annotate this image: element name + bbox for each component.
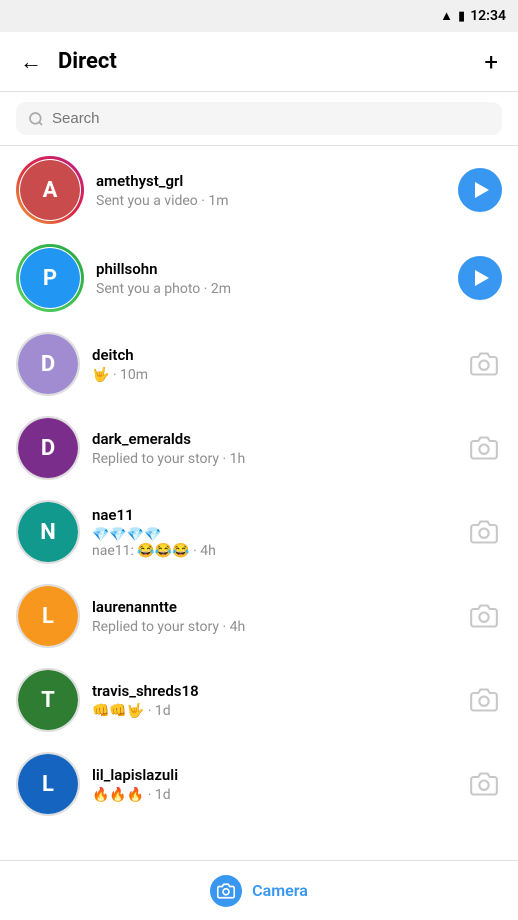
camera-action-button[interactable] <box>466 514 502 550</box>
list-item[interactable]: A amethyst_grl Sent you a video · 1m <box>0 146 518 234</box>
message-list: A amethyst_grl Sent you a video · 1m P <box>0 146 518 826</box>
avatar: L <box>16 752 80 816</box>
message-content: lil_lapislazuli 🔥🔥🔥 · 1d <box>92 766 454 803</box>
message-username: deitch <box>92 346 454 364</box>
message-username: phillsohn <box>96 260 446 278</box>
message-content: amethyst_grl Sent you a video · 1m <box>96 172 446 209</box>
camera-icon <box>217 882 235 900</box>
play-icon <box>475 270 489 286</box>
play-button[interactable] <box>458 256 502 300</box>
camera-action-button[interactable] <box>466 682 502 718</box>
camera-outline-icon <box>470 686 498 714</box>
camera-button[interactable] <box>210 875 242 907</box>
avatar: P <box>16 244 84 312</box>
search-input[interactable] <box>52 110 490 127</box>
avatar: L <box>16 584 80 648</box>
list-item[interactable]: D deitch 🤟 · 10m <box>0 322 518 406</box>
message-preview: Sent you a video · 1m <box>96 193 446 209</box>
header: ← Direct + <box>0 32 518 92</box>
message-preview: 🤟 · 10m <box>92 367 454 383</box>
message-username: nae11 <box>92 506 454 524</box>
search-bar <box>16 102 502 135</box>
message-preview: 🔥🔥🔥 · 1d <box>92 787 454 803</box>
camera-outline-icon <box>470 350 498 378</box>
avatar: A <box>16 156 84 224</box>
status-bar: ▲ ▮ 12:34 <box>0 0 518 32</box>
message-preview: Replied to your story · 1h <box>92 451 454 467</box>
message-content: dark_emeralds Replied to your story · 1h <box>92 430 454 467</box>
page-title: Direct <box>58 49 480 74</box>
list-item[interactable]: D dark_emeralds Replied to your story · … <box>0 406 518 490</box>
play-button[interactable] <box>458 168 502 212</box>
message-preview: Replied to your story · 4h <box>92 619 454 635</box>
camera-outline-icon <box>470 602 498 630</box>
list-item[interactable]: N nae11 💎💎💎💎 nae11: 😂😂😂 · 4h <box>0 490 518 574</box>
battery-icon: ▮ <box>458 9 465 24</box>
list-item[interactable]: L laurenanntte Replied to your story · 4… <box>0 574 518 658</box>
message-preview: Sent you a photo · 2m <box>96 281 446 297</box>
message-username: amethyst_grl <box>96 172 446 190</box>
list-item[interactable]: P phillsohn Sent you a photo · 2m <box>0 234 518 322</box>
message-content: nae11 💎💎💎💎 nae11: 😂😂😂 · 4h <box>92 506 454 559</box>
camera-outline-icon <box>470 518 498 546</box>
list-item[interactable]: T travis_shreds18 👊👊🤟 · 1d <box>0 658 518 742</box>
avatar: D <box>16 332 80 396</box>
back-button[interactable]: ← <box>16 45 46 79</box>
signal-icon: ▲ <box>440 8 453 24</box>
message-preview-line2: nae11: 😂😂😂 · 4h <box>92 543 454 559</box>
avatar: D <box>16 416 80 480</box>
camera-action-button[interactable] <box>466 766 502 802</box>
message-content: laurenanntte Replied to your story · 4h <box>92 598 454 635</box>
message-preview: 👊👊🤟 · 1d <box>92 703 454 719</box>
message-username: dark_emeralds <box>92 430 454 448</box>
camera-action-button[interactable] <box>466 598 502 634</box>
message-username: lil_lapislazuli <box>92 766 454 784</box>
camera-outline-icon <box>470 770 498 798</box>
avatar: N <box>16 500 80 564</box>
message-preview-line1: 💎💎💎💎 <box>92 527 454 543</box>
message-content: phillsohn Sent you a photo · 2m <box>96 260 446 297</box>
message-username: travis_shreds18 <box>92 682 454 700</box>
play-icon <box>475 182 489 198</box>
message-content: travis_shreds18 👊👊🤟 · 1d <box>92 682 454 719</box>
camera-outline-icon <box>470 434 498 462</box>
camera-label: Camera <box>252 881 308 900</box>
search-icon <box>28 111 44 127</box>
avatar: T <box>16 668 80 732</box>
message-username: laurenanntte <box>92 598 454 616</box>
bottom-bar: Camera <box>0 860 518 920</box>
status-icons: ▲ ▮ 12:34 <box>440 8 506 24</box>
list-item[interactable]: L lil_lapislazuli 🔥🔥🔥 · 1d <box>0 742 518 826</box>
camera-action-button[interactable] <box>466 346 502 382</box>
new-message-button[interactable]: + <box>480 44 502 80</box>
search-container <box>0 92 518 146</box>
message-content: deitch 🤟 · 10m <box>92 346 454 383</box>
status-time: 12:34 <box>470 8 506 24</box>
camera-action-button[interactable] <box>466 430 502 466</box>
